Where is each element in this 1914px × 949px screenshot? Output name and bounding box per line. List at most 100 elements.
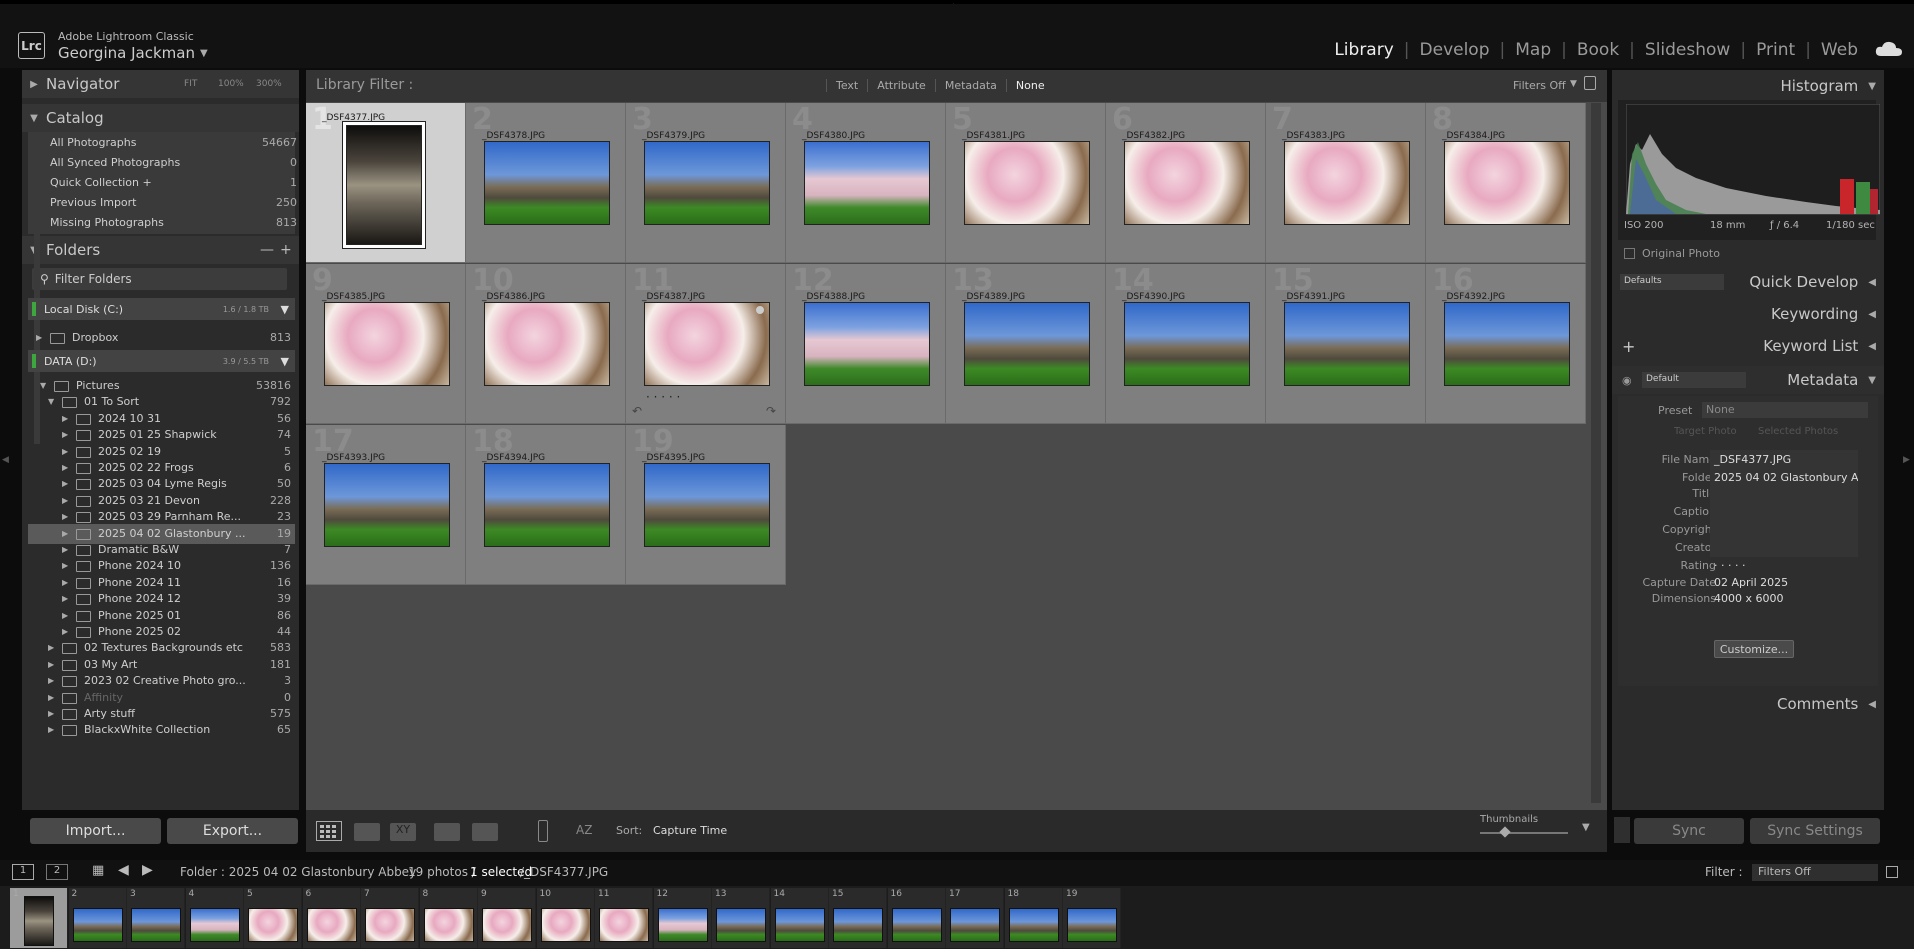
metadata-field[interactable]: Title: [1618, 484, 1890, 504]
sync-settings-button[interactable]: Sync Settings: [1750, 818, 1880, 844]
folder-item[interactable]: ▶ BlackxWhite Collection 65: [28, 720, 295, 740]
import-button[interactable]: Import...: [30, 818, 161, 844]
filmstrip-cell[interactable]: 1: [10, 888, 68, 948]
filmstrip-cell[interactable]: 9: [478, 888, 536, 948]
catalog-item[interactable]: All Photographs 54667: [30, 132, 299, 152]
comments-header[interactable]: Comments ◀: [1612, 690, 1884, 718]
toolbar-menu-icon[interactable]: ▼: [1582, 822, 1590, 833]
survey-view-icon[interactable]: [434, 823, 460, 841]
photo-thumbnail[interactable]: [964, 141, 1090, 225]
rating-stars[interactable]: · · · · ·: [646, 390, 680, 404]
catalog-item[interactable]: All Synced Photographs 0: [30, 152, 299, 172]
photo-cell[interactable]: 10 _DSF4386.JPG: [466, 264, 626, 424]
saved-preset-select[interactable]: Defaults: [1620, 274, 1724, 290]
left-panel-toggle-icon[interactable]: ◀: [2, 455, 9, 465]
expand-folder-icon[interactable]: ▶: [62, 414, 68, 423]
photo-thumbnail[interactable]: [484, 302, 610, 386]
expand-folder-icon[interactable]: ▼: [48, 397, 54, 406]
filmstrip-thumbnail[interactable]: [657, 908, 708, 942]
photo-cell[interactable]: 4 _DSF4380.JPG: [786, 103, 946, 263]
filter-attribute[interactable]: Attribute: [867, 79, 935, 92]
photo-thumbnail[interactable]: [804, 141, 930, 225]
catalog-item[interactable]: Quick Collection + 1: [30, 172, 299, 192]
filmstrip-thumbnail[interactable]: [950, 908, 1000, 942]
lock-icon[interactable]: [1584, 76, 1596, 90]
filmstrip-cell[interactable]: 3: [127, 888, 185, 948]
sync-toggle[interactable]: [1614, 817, 1630, 843]
filmstrip-cell[interactable]: 19: [1063, 888, 1121, 948]
photo-cell[interactable]: 17 _DSF4393.JPG: [306, 425, 466, 585]
filmstrip-cell[interactable]: 12: [653, 888, 712, 948]
expand-folder-icon[interactable]: ▶: [48, 693, 54, 702]
sort-select[interactable]: Capture Time: [653, 824, 727, 837]
expand-folder-icon[interactable]: ▶: [62, 578, 68, 587]
module-book[interactable]: Book: [1577, 40, 1619, 60]
filmstrip-cell[interactable]: 2: [68, 888, 127, 948]
photo-cell[interactable]: 6 _DSF4382.JPG: [1106, 103, 1266, 263]
filmstrip-cell[interactable]: 15: [829, 888, 887, 948]
filmstrip-thumbnail[interactable]: [1067, 908, 1117, 942]
photo-cell[interactable]: 15 _DSF4391.JPG: [1266, 264, 1426, 424]
folder-path[interactable]: Folder : 2025 04 02 Glastonbury Abbey: [180, 865, 416, 879]
expand-folder-icon[interactable]: ▶: [62, 512, 68, 521]
user-menu-caret-icon[interactable]: ▼: [200, 48, 208, 59]
sync-button[interactable]: Sync: [1634, 818, 1744, 844]
photo-thumbnail[interactable]: [1284, 141, 1410, 225]
module-print[interactable]: Print: [1756, 40, 1795, 60]
filmstrip-thumbnail[interactable]: [189, 908, 240, 942]
filmstrip-thumbnail[interactable]: [306, 908, 357, 942]
metadata-field-value[interactable]: [1710, 502, 1858, 521]
photo-cell[interactable]: 13 _DSF4389.JPG: [946, 264, 1106, 424]
cloud-sync-icon[interactable]: [1874, 38, 1904, 60]
metadata-view-select[interactable]: Default: [1642, 372, 1746, 388]
photo-cell[interactable]: 19 _DSF4395.JPG: [626, 425, 786, 585]
filter-none[interactable]: None: [1005, 79, 1054, 92]
photo-cell[interactable]: 12 _DSF4388.JPG: [786, 264, 946, 424]
catalog-item[interactable]: Missing Photographs 813: [30, 212, 299, 232]
metadata-field[interactable]: Dimensions 4000 x 6000: [1618, 589, 1890, 609]
histogram-chart[interactable]: [1626, 104, 1880, 216]
expand-folder-icon[interactable]: ▶: [36, 333, 42, 342]
photo-cell[interactable]: 2 _DSF4378.JPG: [466, 103, 626, 263]
remove-folder-icon[interactable]: —: [260, 242, 274, 258]
expand-folder-icon[interactable]: ▶: [62, 545, 68, 554]
expand-folder-icon[interactable]: ▶: [62, 479, 68, 488]
primary-window-button[interactable]: 1: [12, 864, 34, 880]
module-map[interactable]: Map: [1515, 40, 1551, 60]
filmstrip-cell[interactable]: 13: [712, 888, 770, 948]
metadata-field[interactable]: Caption: [1618, 502, 1890, 522]
filmstrip-thumbnail[interactable]: [599, 908, 649, 942]
photo-cell[interactable]: 5 _DSF4381.JPG: [946, 103, 1106, 263]
secondary-window-button[interactable]: 2: [46, 864, 68, 880]
expand-folder-icon[interactable]: ▶: [62, 594, 68, 603]
quick-develop-header[interactable]: Defaults Quick Develop ◀: [1612, 268, 1884, 296]
photo-cell[interactable]: 11 _DSF4387.JPG · · · · · ↶ ↷: [626, 264, 786, 424]
filmstrip-thumbnail[interactable]: [423, 908, 474, 942]
catalog-header[interactable]: ▼ Catalog: [22, 104, 299, 132]
module-web[interactable]: Web: [1821, 40, 1858, 60]
filmstrip-thumbnail[interactable]: [540, 908, 591, 942]
photo-thumbnail[interactable]: [644, 463, 770, 547]
metadata-field-value[interactable]: [1710, 484, 1858, 503]
filmstrip-cell[interactable]: 6: [302, 888, 361, 948]
filter-preset[interactable]: Filters Off: [1513, 79, 1566, 92]
photo-thumbnail[interactable]: [1444, 302, 1570, 386]
zoom-300[interactable]: 300%: [256, 79, 282, 89]
filter-text[interactable]: Text: [826, 79, 867, 92]
photo-thumbnail[interactable]: [644, 302, 770, 386]
metadata-preset-select[interactable]: None: [1702, 402, 1868, 418]
keyword-list-header[interactable]: + Keyword List ◀: [1612, 332, 1884, 360]
people-view-icon[interactable]: [472, 823, 498, 841]
rotate-left-icon[interactable]: ↶: [632, 404, 642, 418]
filmstrip-thumbnail[interactable]: [774, 908, 825, 942]
painter-icon[interactable]: [538, 820, 548, 842]
loupe-view-icon[interactable]: [354, 823, 380, 841]
filmstrip-thumbnail[interactable]: [131, 908, 181, 942]
dropdown-icon[interactable]: ▼: [281, 303, 289, 316]
expand-folder-icon[interactable]: ▼: [40, 381, 46, 390]
filmstrip-thumbnail[interactable]: [891, 908, 942, 942]
expand-folder-icon[interactable]: ▶: [48, 643, 54, 652]
target-photo-tab[interactable]: Target Photo: [1674, 426, 1737, 437]
filmstrip-cell[interactable]: 8: [419, 888, 478, 948]
rotate-right-icon[interactable]: ↷: [766, 404, 776, 418]
